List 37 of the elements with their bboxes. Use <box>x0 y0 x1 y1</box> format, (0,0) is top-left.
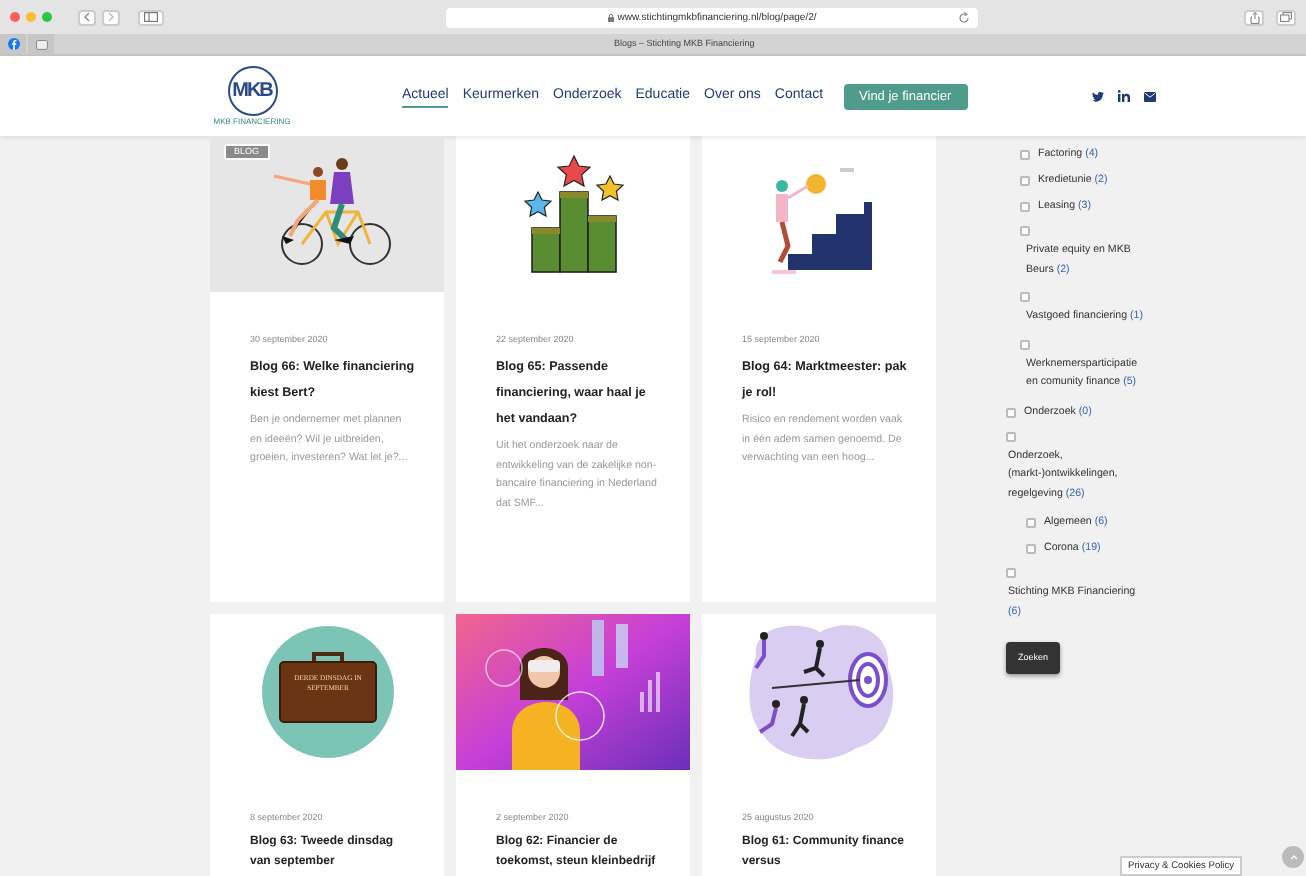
category-checkbox[interactable] <box>1026 544 1036 554</box>
window-icon <box>35 39 47 49</box>
sidebar-toggle-button[interactable] <box>138 9 164 25</box>
suitcase-drawing <box>257 622 397 762</box>
sidebar-icon <box>144 12 158 22</box>
category-checkbox[interactable] <box>1020 226 1030 236</box>
email-icon[interactable] <box>1143 91 1156 101</box>
tabs-icon <box>1280 12 1292 22</box>
category-checkbox[interactable] <box>1006 407 1016 417</box>
back-button[interactable] <box>78 9 96 25</box>
bookmark-tab[interactable] <box>28 34 54 54</box>
facebook-icon <box>7 38 19 50</box>
back-icon <box>84 12 90 22</box>
bookmark-tab[interactable] <box>0 34 26 54</box>
category-checkbox[interactable] <box>1020 202 1030 212</box>
category-checkbox[interactable] <box>1020 176 1030 186</box>
forward-icon <box>108 12 114 22</box>
twitter-icon[interactable] <box>1091 91 1104 101</box>
category-checkbox[interactable] <box>1026 518 1036 528</box>
category-checkbox[interactable] <box>1006 431 1016 441</box>
category-checkbox[interactable] <box>1006 568 1016 578</box>
zoom-window-icon[interactable] <box>42 12 52 22</box>
share-button[interactable] <box>1244 9 1264 25</box>
scroll-to-top-button[interactable] <box>1282 846 1304 868</box>
linkedin-icon[interactable] <box>1117 90 1130 102</box>
share-icon <box>1249 11 1259 23</box>
category-checkbox[interactable] <box>1020 339 1030 349</box>
minimize-window-icon[interactable] <box>26 12 36 22</box>
forward-button[interactable] <box>102 9 120 25</box>
lock-icon <box>607 13 614 21</box>
caret-icon <box>1289 854 1297 860</box>
reload-icon[interactable] <box>958 11 970 23</box>
category-checkbox[interactable] <box>1020 292 1030 302</box>
logo-emblem[interactable]: MKB <box>227 66 277 116</box>
close-window-icon[interactable] <box>10 12 20 22</box>
category-checkbox[interactable] <box>1020 150 1030 160</box>
tabs-button[interactable] <box>1276 9 1296 25</box>
